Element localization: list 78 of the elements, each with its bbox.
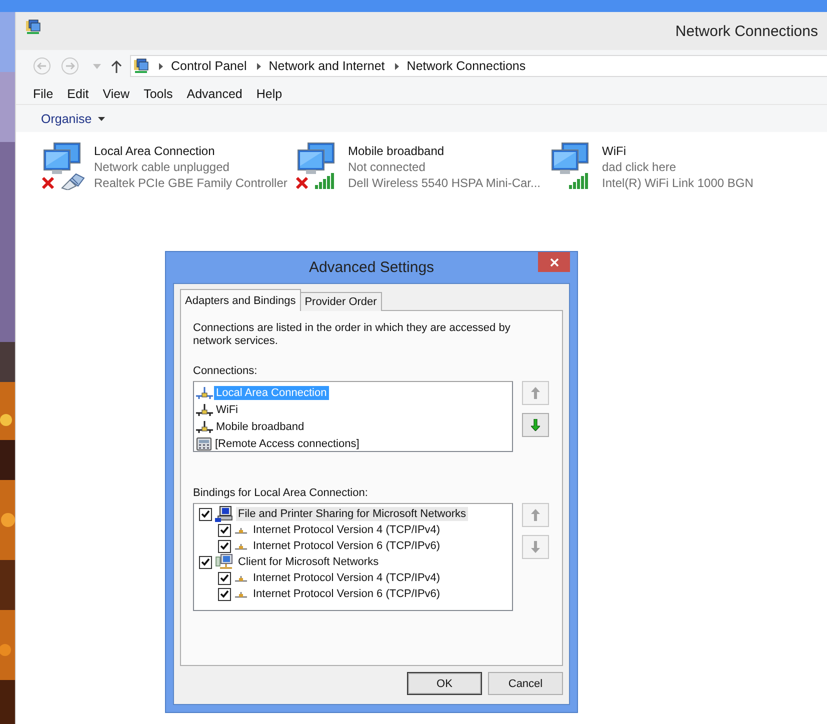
bindings-label: Bindings for Local Area Connection: xyxy=(193,487,369,499)
error-cross-icon xyxy=(295,176,309,190)
tab[interactable]: Adapters and Bindings xyxy=(180,289,301,311)
up-arrow-icon xyxy=(531,387,540,399)
network-folder-icon xyxy=(133,58,149,74)
signal-bars-icon xyxy=(314,172,336,190)
connection-status: dad click here xyxy=(602,159,678,175)
connection-status: Network cable unplugged xyxy=(94,159,230,175)
connection-item[interactable]: [Remote Access connections] xyxy=(213,436,362,450)
network-cable-icon xyxy=(60,172,86,190)
description-text: Connections are listed in the order in which they are accessed by network services. xyxy=(193,322,512,348)
checkbox[interactable] xyxy=(218,572,231,584)
close-icon xyxy=(550,258,558,266)
caret-icon xyxy=(98,116,105,120)
menu-item[interactable]: Tools xyxy=(144,87,173,101)
breadcrumb[interactable]: Control Panel xyxy=(171,59,247,73)
connection-item[interactable]: WiFi xyxy=(214,402,240,416)
down-arrow-icon xyxy=(531,419,540,431)
close-button[interactable] xyxy=(538,252,570,272)
computer-icon xyxy=(215,506,233,522)
checkbox[interactable] xyxy=(218,588,231,600)
bindings-list[interactable] xyxy=(193,503,513,611)
computers-icon[interactable] xyxy=(550,142,590,176)
menu-item[interactable]: Edit xyxy=(67,87,89,101)
organise-button[interactable]: Organise xyxy=(36,110,110,128)
protocol-item[interactable]: Internet Protocol Version 4 (TCP/IPv4) xyxy=(251,571,442,585)
checkbox[interactable] xyxy=(199,556,212,568)
breadcrumb[interactable]: Network and Internet xyxy=(268,59,385,73)
window-title: Network Connections xyxy=(675,22,818,40)
network-adapter-icon xyxy=(196,420,213,432)
down-arrow-icon xyxy=(531,541,540,553)
chevron-icon[interactable] xyxy=(394,62,399,70)
checkbox[interactable] xyxy=(218,524,231,536)
error-cross-icon xyxy=(41,176,55,190)
dialog-title: Advanced Settings xyxy=(308,259,434,276)
computers-icon[interactable] xyxy=(42,142,82,176)
up-arrow-icon[interactable] xyxy=(111,60,122,72)
protocol-icon xyxy=(234,590,248,598)
network-folder-icon xyxy=(25,19,41,35)
protocol-icon xyxy=(234,542,248,550)
menu-item[interactable]: View xyxy=(102,87,130,101)
connection-name[interactable]: WiFi xyxy=(602,143,754,159)
chevron-icon[interactable] xyxy=(256,62,261,70)
connection-status: Not connected xyxy=(348,159,426,175)
cancel-button[interactable]: Cancel xyxy=(488,672,563,695)
connections-list[interactable]: Local Area Connection WiFi Mobile broadband [Remote Access connections] xyxy=(193,381,513,452)
signal-bars-icon xyxy=(568,172,590,190)
connections-label: Connections: xyxy=(193,365,258,377)
protocol-icon xyxy=(234,574,248,582)
connection-name[interactable]: Local Area Connection xyxy=(94,143,288,159)
connection-item[interactable]: Mobile broadband xyxy=(214,420,306,434)
checkbox[interactable] xyxy=(199,508,212,520)
protocol-item[interactable]: Internet Protocol Version 6 (TCP/IPv6) xyxy=(251,587,442,601)
binding-item[interactable]: File and Printer Sharing for Microsoft Networks xyxy=(236,507,468,521)
menu-item[interactable]: File xyxy=(33,87,54,101)
adapter-name: Dell Wireless 5540 HSPA Mini-Car... xyxy=(348,175,541,191)
network-adapter-icon xyxy=(196,404,213,416)
checkbox[interactable] xyxy=(218,540,231,552)
network-adapter-icon xyxy=(196,386,213,398)
connection-name[interactable]: Mobile broadband xyxy=(348,143,541,159)
breadcrumb[interactable]: Network Connections xyxy=(406,59,526,73)
protocol-item[interactable]: Internet Protocol Version 4 (TCP/IPv4) xyxy=(251,523,442,537)
adapter-name: Intel(R) WiFi Link 1000 BGN xyxy=(602,175,754,191)
network-client-icon xyxy=(215,554,233,570)
menu-item[interactable]: Advanced xyxy=(186,87,242,101)
chevron-icon[interactable] xyxy=(159,62,163,70)
binding-item[interactable]: Client for Microsoft Networks xyxy=(236,555,381,569)
address-bar[interactable]: Control Panel Network and Internet Network Connections xyxy=(130,55,827,77)
computers-icon[interactable] xyxy=(296,142,336,176)
up-arrow-icon xyxy=(531,509,540,521)
ok-button[interactable]: OK xyxy=(407,672,482,695)
menu-item[interactable]: Help xyxy=(256,87,282,101)
adapter-name: Realtek PCIe GBE Family Controller xyxy=(94,175,288,191)
telephone-icon xyxy=(196,436,212,450)
protocol-icon xyxy=(234,526,248,534)
move-down-button[interactable] xyxy=(522,413,549,437)
protocol-item[interactable]: Internet Protocol Version 6 (TCP/IPv6) xyxy=(251,539,442,553)
tab[interactable]: Provider Order xyxy=(300,292,382,311)
